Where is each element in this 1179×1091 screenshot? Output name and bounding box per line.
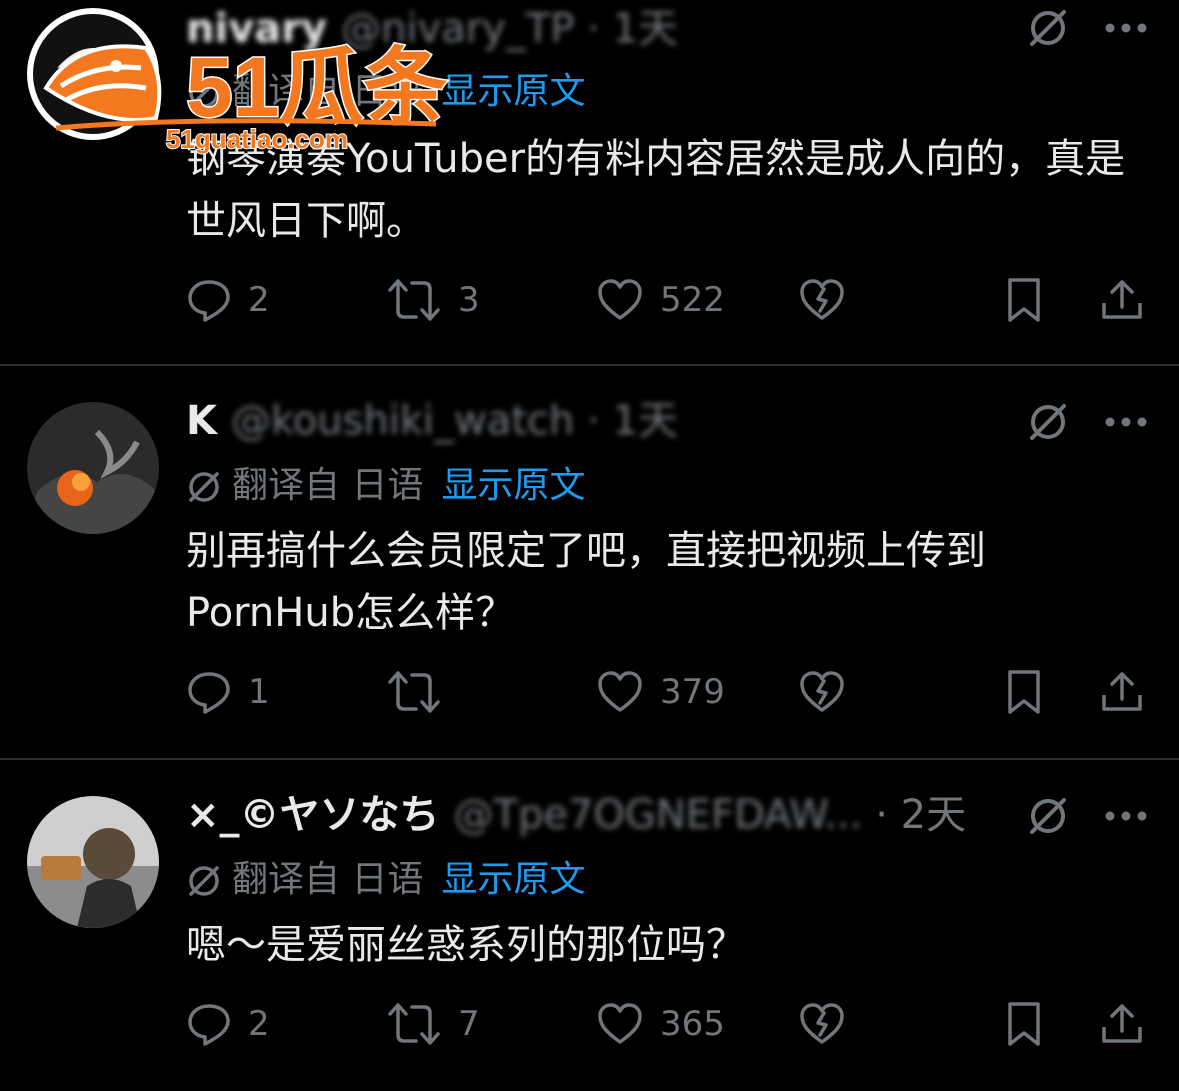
- post-2[interactable]: K @koushiki_watch · 1天 翻译自 日语 显示原文 别再搞什么会员…: [0, 366, 1179, 760]
- dislike-icon: [800, 279, 844, 320]
- repost-icon: [388, 1003, 440, 1045]
- repost-button[interactable]: 3: [386, 270, 480, 330]
- like-button[interactable]: 365: [596, 994, 725, 1054]
- reply-icon: [188, 280, 230, 322]
- repost-count: 3: [458, 280, 480, 320]
- reply-button[interactable]: 2: [186, 270, 270, 330]
- grok-icon[interactable]: [1026, 794, 1070, 838]
- watermark-logo: 51瓜条 51guatiao.com: [36, 8, 456, 158]
- reply-count: 2: [248, 280, 270, 320]
- share-icon: [1102, 280, 1142, 319]
- repost-icon: [388, 671, 440, 713]
- repost-button[interactable]: [386, 662, 458, 722]
- dislike-icon: [800, 1003, 844, 1044]
- translation-bar: 翻译自 日语 显示原文: [186, 856, 585, 904]
- reply-icon: [188, 1004, 230, 1046]
- grok-icon[interactable]: [1026, 6, 1070, 50]
- author-name[interactable]: K: [186, 398, 217, 444]
- author-name[interactable]: ×_©ヤソなち: [186, 792, 440, 838]
- bookmark-button[interactable]: [1004, 270, 1044, 330]
- dislike-button[interactable]: [798, 270, 846, 330]
- reply-button[interactable]: 2: [186, 994, 270, 1054]
- like-button[interactable]: 379: [596, 662, 725, 722]
- post-time[interactable]: · 2天: [875, 792, 966, 838]
- show-original-link[interactable]: 显示原文: [441, 859, 585, 900]
- reply-icon: [188, 672, 230, 714]
- translate-icon: [189, 472, 219, 502]
- repost-count: 7: [458, 1004, 480, 1044]
- dislike-button[interactable]: [798, 662, 846, 722]
- post-3[interactable]: ×_©ヤソなち @Tpe7OGNEFDAW... · 2天 翻译自 日语 显示原文 …: [0, 760, 1179, 1091]
- reply-button[interactable]: 1: [186, 662, 270, 722]
- bookmark-icon: [1008, 1002, 1040, 1046]
- like-count: 522: [660, 280, 725, 320]
- bookmark-button[interactable]: [1004, 994, 1044, 1054]
- like-icon: [598, 671, 642, 712]
- repost-icon: [388, 279, 440, 321]
- show-original-link[interactable]: 显示原文: [441, 465, 585, 506]
- show-original-link[interactable]: 显示原文: [441, 71, 585, 112]
- post-text: 别再搞什么会员限定了吧，直接把视频上传到PornHub怎么样？: [186, 528, 986, 636]
- like-count: 365: [660, 1004, 725, 1044]
- more-icon[interactable]: [1104, 810, 1148, 822]
- share-icon: [1102, 672, 1142, 711]
- action-bar: 2 3 522: [186, 270, 1146, 330]
- avatar[interactable]: [27, 796, 159, 928]
- translation-bar: 翻译自 日语 显示原文: [186, 462, 585, 510]
- reply-count: 2: [248, 1004, 270, 1044]
- author-handle[interactable]: @Tpe7OGNEFDAW...: [454, 792, 863, 838]
- bookmark-icon: [1008, 278, 1040, 322]
- bookmark-icon: [1008, 670, 1040, 714]
- more-icon[interactable]: [1104, 416, 1148, 428]
- share-icon: [1102, 1004, 1142, 1043]
- like-icon: [598, 1003, 642, 1044]
- translate-icon: [189, 866, 219, 896]
- grok-icon[interactable]: [1026, 400, 1070, 444]
- action-bar: 2 7 365: [186, 994, 1146, 1054]
- like-icon: [598, 279, 642, 320]
- post-time[interactable]: · 1天: [587, 398, 678, 444]
- translated-from-label: 翻译自 日语: [232, 859, 424, 900]
- like-button[interactable]: 522: [596, 270, 725, 330]
- translated-from-label: 翻译自 日语: [232, 465, 424, 506]
- author-handle[interactable]: @koushiki_watch: [231, 398, 574, 444]
- watermark-logo-graphic: 51瓜条 51guatiao.com: [43, 39, 449, 155]
- dislike-icon: [800, 671, 844, 712]
- share-button[interactable]: [1100, 994, 1144, 1054]
- watermark-url: 51guatiao.com: [166, 124, 348, 154]
- share-button[interactable]: [1100, 270, 1144, 330]
- more-icon[interactable]: [1104, 22, 1148, 34]
- post-header: ×_©ヤソなち @Tpe7OGNEFDAW... · 2天: [186, 790, 966, 840]
- post-time[interactable]: · 1天: [587, 6, 678, 52]
- post-header: K @koushiki_watch · 1天: [186, 396, 678, 446]
- reply-count: 1: [248, 672, 270, 712]
- avatar[interactable]: [27, 402, 159, 534]
- action-bar: 1 379: [186, 662, 1146, 722]
- post-text: 嗯～是爱丽丝惑系列的那位吗？: [186, 922, 746, 968]
- like-count: 379: [660, 672, 725, 712]
- dislike-button[interactable]: [798, 994, 846, 1054]
- share-button[interactable]: [1100, 662, 1144, 722]
- bookmark-button[interactable]: [1004, 662, 1044, 722]
- repost-button[interactable]: 7: [386, 994, 480, 1054]
